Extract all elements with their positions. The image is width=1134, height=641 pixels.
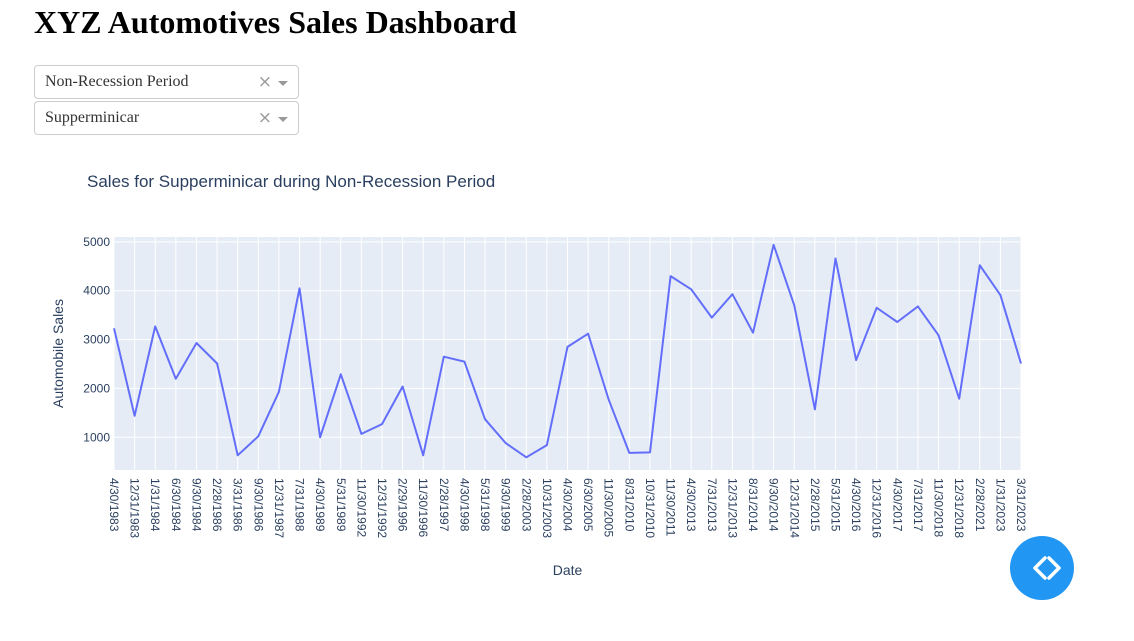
period-dropdown-value: Non-Recession Period (45, 73, 189, 90)
x-tick-label: 12/31/2014 (787, 478, 801, 538)
x-tick-label: 12/31/2018 (952, 478, 966, 538)
clear-icon[interactable]: × (258, 108, 272, 128)
y-tick-label: 1000 (83, 430, 110, 444)
x-tick-label: 12/31/1983 (128, 478, 142, 538)
x-tick-label: 4/30/2016 (849, 478, 863, 532)
x-tick-label: 3/31/1986 (231, 478, 245, 532)
x-tick-label: 2/28/1997 (437, 478, 451, 532)
x-tick-label: 9/30/1999 (499, 478, 513, 532)
x-tick-label: 4/30/2017 (890, 478, 904, 532)
debug-toggle-button[interactable] (1010, 536, 1074, 600)
x-tick-label: 11/30/1996 (416, 478, 430, 537)
x-tick-label: 12/31/1992 (375, 478, 389, 538)
x-tick-label: 7/31/2013 (705, 478, 719, 532)
x-tick-label: 11/30/1992 (354, 478, 368, 537)
x-tick-label: 7/31/2017 (911, 478, 925, 532)
x-tick-label: 4/30/1998 (457, 478, 471, 532)
x-tick-label: 3/31/2023 (1014, 478, 1028, 532)
x-tick-label: 10/31/2003 (540, 478, 554, 538)
x-tick-label: 5/31/1989 (334, 478, 348, 532)
x-tick-label: 9/30/2014 (767, 478, 781, 532)
x-tick-label: 6/30/2005 (581, 478, 595, 532)
period-dropdown[interactable]: Non-Recession Period × (34, 65, 299, 99)
vehicle-type-dropdown-value: Supperminicar (45, 109, 140, 126)
x-tick-label: 5/31/1998 (478, 478, 492, 532)
y-tick-label: 5000 (83, 235, 110, 249)
sales-line-chart: 1000 2000 3000 4000 5000 4/30/1983 12/31/1983 1… (50, 172, 1028, 578)
x-tick-label: 2/28/2021 (973, 478, 987, 532)
y-axis-label: Automobile Sales (50, 299, 66, 408)
x-tick-label: 4/30/2004 (561, 478, 575, 532)
x-tick-label: 11/30/2005 (602, 478, 616, 537)
x-tick-label: 8/31/2010 (622, 478, 636, 532)
chart-title: Sales for Supperminicar during Non-Reces… (87, 172, 495, 191)
x-tick-label: 11/30/2011 (664, 478, 678, 537)
chevron-down-icon[interactable] (278, 117, 288, 122)
x-tick-label: 10/31/2010 (643, 478, 657, 538)
code-brackets-icon (1033, 556, 1061, 580)
x-tick-label: 7/31/1988 (293, 478, 307, 532)
x-tick-label: 8/31/2014 (746, 478, 760, 532)
x-tick-label: 6/30/1984 (169, 478, 183, 532)
x-tick-label: 2/29/1996 (396, 478, 410, 532)
x-tick-label: 2/28/1986 (210, 478, 224, 532)
x-tick-label: 9/30/1984 (189, 478, 203, 532)
x-tick-label: 4/30/1983 (107, 478, 121, 532)
chevron-down-icon[interactable] (278, 81, 288, 86)
x-tick-label: 1/31/1984 (148, 478, 162, 532)
x-axis-label: Date (553, 562, 583, 578)
x-tick-label: 12/31/2016 (870, 478, 884, 538)
page-title: XYZ Automotives Sales Dashboard (34, 4, 517, 40)
y-tick-label: 4000 (83, 284, 110, 298)
x-tick-label: 4/30/1989 (313, 478, 327, 532)
y-tick-label: 3000 (83, 333, 110, 347)
x-tick-label: 9/30/1986 (251, 478, 265, 532)
clear-icon[interactable]: × (258, 72, 272, 92)
x-tick-label: 4/30/2013 (684, 478, 698, 532)
x-tick-label: 2/28/2003 (519, 478, 533, 532)
vehicle-type-dropdown[interactable]: Supperminicar × (34, 101, 299, 135)
x-tick-label: 1/31/2023 (993, 478, 1007, 532)
x-tick-label: 12/31/2013 (725, 478, 739, 538)
x-tick-label: 11/30/2018 (932, 478, 946, 537)
x-tick-label: 12/31/1987 (272, 478, 286, 538)
y-tick-label: 2000 (83, 381, 110, 395)
x-tick-label: 2/28/2015 (808, 478, 822, 532)
x-tick-label: 5/31/2015 (828, 478, 842, 532)
